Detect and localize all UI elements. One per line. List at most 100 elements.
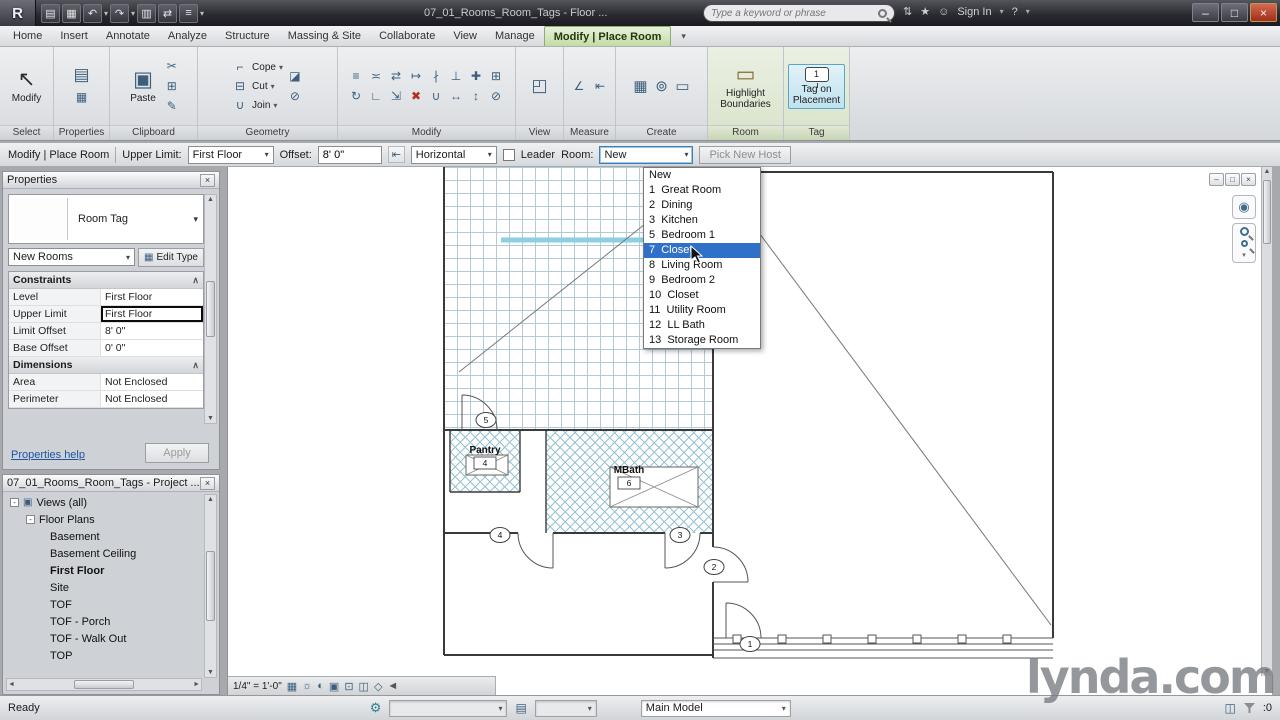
panel-label-room[interactable]: Room <box>708 125 783 140</box>
maximize-button[interactable]: □ <box>1221 3 1248 22</box>
active-design-option-combo[interactable]: Main Model ▾ <box>640 699 791 717</box>
copy-to-clipboard-icon[interactable]: ⊞ <box>163 77 181 95</box>
search-icon[interactable] <box>878 8 887 18</box>
help-icon[interactable]: ? <box>1012 6 1018 18</box>
crop-region-icon[interactable]: ⊡ <box>344 680 353 693</box>
mirror-icon[interactable]: ⇄ <box>387 67 405 85</box>
tree-node-views-all[interactable]: - ▣ Views (all) <box>6 494 202 511</box>
project-browser-header[interactable]: 07_01_Rooms_Room_Tags - Project ... × <box>3 475 219 492</box>
worksets-icon[interactable]: ≡ <box>179 3 199 23</box>
communication-center-icon[interactable]: ⇅ <box>903 5 912 18</box>
dropdown-item-storage-room[interactable]: 13 Storage Room <box>644 333 760 348</box>
undo-chevron-icon[interactable]: ▾ <box>104 9 108 18</box>
tree-item-basement-ceiling[interactable]: Basement Ceiling <box>6 545 202 562</box>
tab-view[interactable]: View <box>444 26 486 46</box>
properties-palette-header[interactable]: Properties × <box>3 172 219 189</box>
scrollbar-thumb[interactable] <box>206 281 215 337</box>
param-value[interactable]: 0' 0" <box>101 340 203 356</box>
create-similar-icon[interactable]: ⊚ <box>653 77 671 95</box>
param-value[interactable]: First Floor <box>101 289 203 305</box>
properties-scrollbar[interactable]: ▲ ▼ <box>204 194 217 424</box>
browser-scrollbar[interactable]: ▲ ▼ <box>204 494 217 678</box>
switch-windows-icon[interactable]: ⇄ <box>158 3 178 23</box>
panel-label-modify[interactable]: Modify <box>338 125 515 140</box>
copy-icon[interactable]: ⊞ <box>487 67 505 85</box>
param-value[interactable]: 8' 0" <box>101 323 203 339</box>
view-properties-icon[interactable]: ◰ <box>531 76 549 95</box>
scroll-down-icon[interactable]: ▼ <box>207 415 214 422</box>
scroll-up-icon[interactable]: ▲ <box>207 496 214 503</box>
measure-icon[interactable]: ∠ <box>570 77 588 95</box>
edit-type-button[interactable]: ▦ Edit Type <box>138 248 204 267</box>
tree-node-floor-plans[interactable]: - Floor Plans <box>6 511 202 528</box>
filter-combo[interactable]: New Rooms ▾ <box>8 248 136 266</box>
scroll-up-icon[interactable]: ▲ <box>207 196 214 203</box>
trim-icon[interactable]: ∟ <box>367 87 385 105</box>
tab-collaborate[interactable]: Collaborate <box>370 26 444 46</box>
properties-help-link[interactable]: Properties help <box>11 449 85 461</box>
dropdown-item-closet-10[interactable]: 10 Closet <box>644 288 760 303</box>
zoom-region-icon[interactable] <box>1240 240 1248 247</box>
pin-icon[interactable]: ⊥ <box>447 67 465 85</box>
section-constraints[interactable]: Constraints ∧ <box>9 272 203 289</box>
cut-to-clipboard-icon[interactable]: ✂ <box>163 57 181 75</box>
zoom-icon[interactable] <box>1239 227 1249 236</box>
room-tag-pantry[interactable]: Pantry 4 <box>469 445 501 470</box>
undo-icon[interactable]: ↶ <box>83 3 102 23</box>
scale-icon[interactable]: ⇲ <box>387 87 405 105</box>
disallow-join-icon[interactable]: ⊘ <box>487 87 505 105</box>
relative-base-icon[interactable]: ⇤ <box>387 146 405 163</box>
section-dimensions[interactable]: Dimensions ∧ <box>9 357 203 374</box>
scroll-up-icon[interactable]: ▲ <box>1264 168 1271 175</box>
tree-item-tof[interactable]: TOF <box>6 596 202 613</box>
rotate-icon[interactable]: ↻ <box>347 87 365 105</box>
editing-requests-icon[interactable]: ▤ <box>515 701 526 715</box>
open-icon[interactable]: ▤ <box>41 3 60 23</box>
panel-label-create[interactable]: Create <box>616 125 707 140</box>
sign-in-chevron-icon[interactable]: ▾ <box>1000 7 1004 16</box>
redo-icon[interactable]: ↷ <box>110 3 130 23</box>
worksets-combo[interactable]: ▾ <box>389 699 508 717</box>
dropdown-item-new[interactable]: New <box>644 168 760 183</box>
tab-manage[interactable]: Manage <box>486 26 544 46</box>
properties-close-icon[interactable]: × <box>200 173 215 187</box>
dropdown-item-kitchen[interactable]: 3 Kitchen <box>644 213 760 228</box>
dropdown-item-ll-bath[interactable]: 12 LL Bath <box>644 318 760 333</box>
shadows-icon[interactable]: ◐ <box>317 680 324 692</box>
dropdown-item-bedroom-2[interactable]: 9 Bedroom 2 <box>644 273 760 288</box>
minimize-button[interactable]: – <box>1192 3 1219 22</box>
filter-icon[interactable] <box>1243 703 1255 713</box>
ribbon-state-chevron-icon[interactable]: ▾ <box>676 26 691 46</box>
upper-limit-combo[interactable]: First Floor ▾ <box>187 145 274 164</box>
scrollbar-thumb[interactable] <box>206 551 215 621</box>
type-properties-icon[interactable]: ▦ <box>73 88 91 106</box>
create-group-icon[interactable]: ▦ <box>632 77 650 95</box>
collapse-icon[interactable]: - <box>26 515 35 524</box>
scroll-right-icon[interactable]: ► <box>193 681 200 688</box>
user-icon[interactable]: ☺ <box>938 6 949 18</box>
tree-item-tof-porch[interactable]: TOF - Porch <box>6 613 202 630</box>
temporary-hide-icon[interactable]: ◫ <box>359 680 369 693</box>
qat-customize-icon[interactable]: ▾ <box>200 9 204 18</box>
sun-path-icon[interactable]: ☼ <box>302 680 312 692</box>
split-icon[interactable]: ∤ <box>427 67 445 85</box>
align-icon[interactable]: ≡ <box>347 67 365 85</box>
view-close-icon[interactable]: × <box>1241 173 1256 186</box>
param-value-editing[interactable]: First Floor <box>101 306 203 322</box>
browser-horizontal-scrollbar[interactable]: ◄ ► <box>6 678 202 691</box>
match-type-icon[interactable]: ✎ <box>163 97 181 115</box>
scroll-down-icon[interactable]: ▼ <box>207 669 214 676</box>
section-collapse-icon[interactable]: ∧ <box>192 360 199 371</box>
tree-item-first-floor[interactable]: First Floor <box>6 562 202 579</box>
scrollbar-thumb[interactable] <box>74 680 134 689</box>
worksharing-icon[interactable]: ⚙ <box>370 700 382 716</box>
view-minimize-icon[interactable]: – <box>1209 173 1224 186</box>
tab-structure[interactable]: Structure <box>216 26 279 46</box>
room-combo[interactable]: New ▾ <box>599 145 694 164</box>
create-assembly-icon[interactable]: ▭ <box>674 77 692 95</box>
panel-label-geometry[interactable]: Geometry <box>198 125 337 140</box>
tab-home[interactable]: Home <box>4 26 51 46</box>
scrollbar-thumb[interactable] <box>1263 180 1271 244</box>
cope-button[interactable]: ⌐ Cope ▾ <box>231 59 283 76</box>
favorites-icon[interactable]: ★ <box>920 5 930 18</box>
